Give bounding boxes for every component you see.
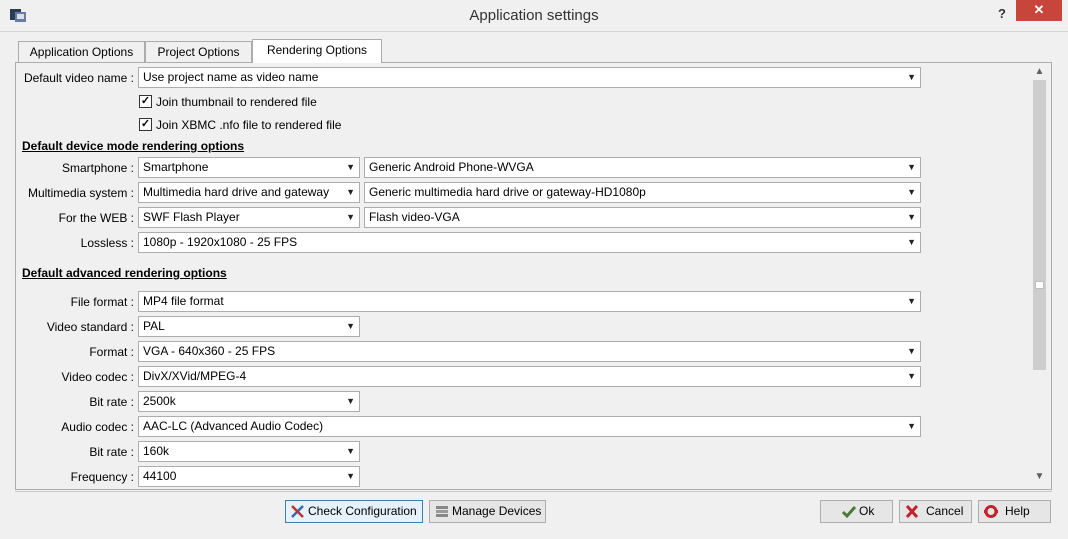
title-bar: Application settings ? ✕ — [0, 0, 1068, 32]
chevron-down-icon: ▼ — [346, 321, 355, 331]
smartphone-device-value: Smartphone — [143, 160, 209, 174]
video-bitrate-label: Bit rate : — [89, 395, 134, 409]
join-thumbnail-checkbox[interactable]: ✓ — [139, 95, 152, 108]
help-label: Help — [1005, 504, 1030, 518]
chevron-down-icon: ▼ — [907, 371, 916, 381]
manage-devices-button[interactable]: Manage Devices — [429, 500, 546, 523]
chevron-down-icon: ▼ — [907, 237, 916, 247]
devices-icon — [436, 506, 448, 517]
chevron-down-icon: ▼ — [346, 187, 355, 197]
web-device-value: SWF Flash Player — [143, 210, 240, 224]
lossless-label: Lossless : — [80, 236, 134, 250]
scroll-down-icon[interactable]: ▼ — [1031, 468, 1048, 485]
smartphone-profile-value: Generic Android Phone-WVGA — [369, 160, 534, 174]
device-section-heading: Default device mode rendering options — [22, 139, 245, 153]
audio-bitrate-label: Bit rate : — [89, 445, 134, 459]
multimedia-device-select[interactable]: Multimedia hard drive and gateway ▼ — [138, 182, 360, 203]
check-configuration-label: Check Configuration — [308, 504, 417, 518]
video-standard-label: Video standard : — [46, 320, 134, 334]
tab-project-options[interactable]: Project Options — [145, 41, 252, 63]
chevron-down-icon: ▼ — [346, 471, 355, 481]
manage-devices-label: Manage Devices — [452, 504, 542, 518]
frequency-select[interactable]: 44100 ▼ — [138, 466, 360, 487]
audio-bitrate-value: 160k — [143, 444, 170, 458]
chevron-down-icon: ▼ — [907, 162, 916, 172]
chevron-down-icon: ▼ — [346, 446, 355, 456]
audio-codec-select[interactable]: AAC-LC (Advanced Audio Codec) ▼ — [138, 416, 921, 437]
video-codec-select[interactable]: DivX/XVid/MPEG-4 ▼ — [138, 366, 921, 387]
video-standard-value: PAL — [143, 319, 165, 333]
check-configuration-button[interactable]: Check Configuration — [285, 500, 423, 523]
web-profile-select[interactable]: Flash video-VGA ▼ — [364, 207, 921, 228]
vertical-scrollbar[interactable]: ▲ ▼ — [1031, 63, 1048, 485]
multimedia-profile-select[interactable]: Generic multimedia hard drive or gateway… — [364, 182, 921, 203]
multimedia-device-value: Multimedia hard drive and gateway — [143, 185, 330, 199]
video-standard-select[interactable]: PAL ▼ — [138, 316, 360, 337]
frequency-value: 44100 — [143, 469, 177, 483]
audio-codec-value: AAC-LC (Advanced Audio Codec) — [143, 419, 324, 433]
chevron-down-icon: ▼ — [346, 162, 355, 172]
smartphone-profile-select[interactable]: Generic Android Phone-WVGA ▼ — [364, 157, 921, 178]
window-title: Application settings — [469, 7, 599, 24]
cancel-label: Cancel — [926, 504, 964, 518]
video-codec-label: Video codec : — [61, 370, 135, 384]
chevron-down-icon: ▼ — [907, 296, 916, 306]
scroll-up-icon[interactable]: ▲ — [1031, 63, 1048, 80]
video-bitrate-select[interactable]: 2500k ▼ — [138, 391, 360, 412]
multimedia-profile-value: Generic multimedia hard drive or gateway… — [369, 185, 646, 199]
video-bitrate-value: 2500k — [143, 394, 176, 408]
web-device-select[interactable]: SWF Flash Player ▼ — [138, 207, 360, 228]
smartphone-device-select[interactable]: Smartphone ▼ — [138, 157, 360, 178]
web-label: For the WEB : — [58, 211, 134, 225]
chevron-down-icon: ▼ — [907, 187, 916, 197]
ok-label: Ok — [859, 504, 875, 518]
join-xbmc-label: Join XBMC .nfo file to rendered file — [156, 118, 342, 132]
help-button[interactable]: Help — [978, 500, 1051, 523]
chevron-down-icon: ▼ — [907, 346, 916, 356]
lossless-value: 1080p - 1920x1080 - 25 FPS — [143, 235, 298, 249]
default-video-name-select[interactable]: Use project name as video name ▼ — [138, 67, 921, 88]
tab-application-options[interactable]: Application Options — [18, 41, 145, 63]
file-format-label: File format : — [70, 295, 134, 309]
help-icon — [984, 505, 998, 518]
chevron-down-icon: ▼ — [907, 212, 916, 222]
smartphone-label: Smartphone : — [61, 161, 134, 175]
scrollbar-thumb[interactable] — [1033, 80, 1046, 370]
title-help-button[interactable]: ? — [992, 6, 1012, 24]
default-video-name-label: Default video name : — [23, 71, 134, 85]
lossless-select[interactable]: 1080p - 1920x1080 - 25 FPS ▼ — [138, 232, 921, 253]
close-button[interactable]: ✕ — [1016, 0, 1062, 21]
file-format-select[interactable]: MP4 file format ▼ — [138, 291, 921, 312]
ok-button[interactable]: Ok — [820, 500, 893, 523]
file-format-value: MP4 file format — [143, 294, 224, 308]
default-video-name-value: Use project name as video name — [143, 70, 319, 84]
tab-rendering-options[interactable]: Rendering Options — [252, 39, 382, 63]
advanced-section-heading: Default advanced rendering options — [22, 266, 227, 280]
join-xbmc-checkbox[interactable]: ✓ — [139, 118, 152, 131]
tools-icon — [291, 505, 304, 518]
audio-codec-label: Audio codec : — [61, 420, 134, 434]
chevron-down-icon: ▼ — [907, 421, 916, 431]
web-profile-value: Flash video-VGA — [369, 210, 460, 224]
chevron-down-icon: ▼ — [346, 212, 355, 222]
video-codec-value: DivX/XVid/MPEG-4 — [143, 369, 247, 383]
audio-bitrate-select[interactable]: 160k ▼ — [138, 441, 360, 462]
frequency-label: Frequency : — [70, 470, 134, 484]
cancel-button[interactable]: Cancel — [899, 500, 972, 523]
x-icon — [905, 504, 919, 519]
checkmark-icon — [841, 506, 857, 519]
scrollbar-grip — [1035, 281, 1044, 289]
chevron-down-icon: ▼ — [907, 72, 916, 82]
chevron-down-icon: ▼ — [346, 396, 355, 406]
format-label: Format : — [89, 345, 134, 359]
format-value: VGA - 640x360 - 25 FPS — [143, 344, 276, 358]
multimedia-label: Multimedia system : — [27, 186, 134, 200]
format-select[interactable]: VGA - 640x360 - 25 FPS ▼ — [138, 341, 921, 362]
divider — [15, 491, 1052, 492]
join-thumbnail-label: Join thumbnail to rendered file — [156, 95, 317, 109]
